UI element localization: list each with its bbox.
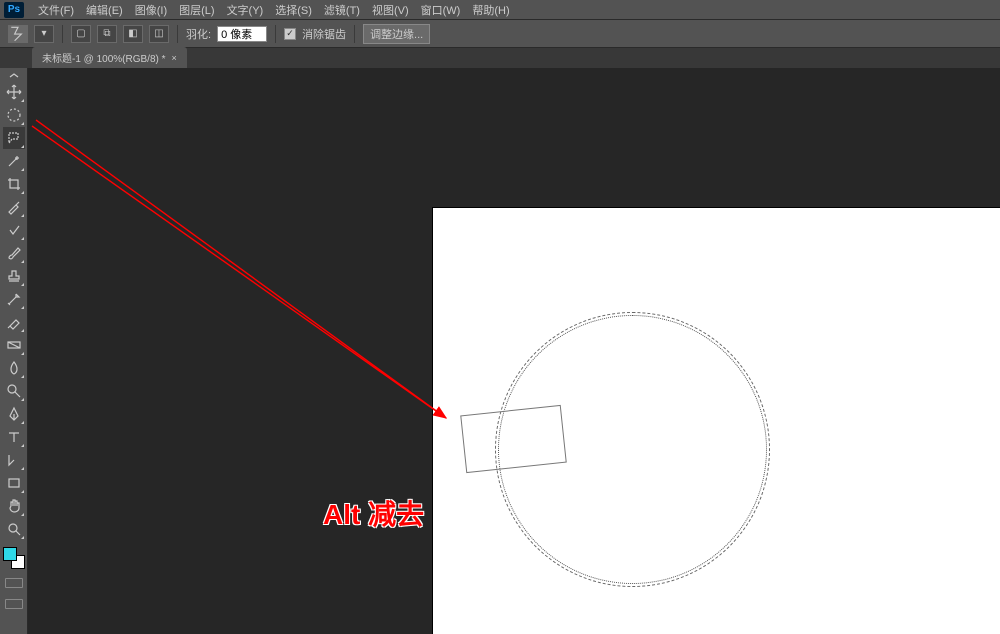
menu-type[interactable]: 文字(Y): [221, 0, 270, 20]
menu-image[interactable]: 图像(I): [129, 0, 173, 20]
stamp-tool[interactable]: [3, 265, 25, 287]
wand-tool[interactable]: [3, 150, 25, 172]
brush-tool[interactable]: [3, 242, 25, 264]
color-swatches[interactable]: [3, 547, 25, 569]
toolbar: [0, 68, 28, 634]
move-tool[interactable]: [3, 81, 25, 103]
marquee-tool[interactable]: [3, 104, 25, 126]
eraser-tool[interactable]: [3, 311, 25, 333]
crop-tool[interactable]: [3, 173, 25, 195]
canvas-area[interactable]: Alt 减去: [28, 68, 1000, 634]
tab-bar: 未标题-1 @ 100%(RGB/8) * ×: [0, 48, 1000, 68]
menu-select[interactable]: 选择(S): [269, 0, 318, 20]
intersect-selection-icon[interactable]: ◫: [149, 25, 169, 43]
feather-input[interactable]: [217, 26, 267, 42]
ps-logo-icon: Ps: [4, 2, 24, 18]
menu-file[interactable]: 文件(F): [32, 0, 80, 20]
type-tool[interactable]: [3, 426, 25, 448]
pen-tool[interactable]: [3, 403, 25, 425]
zoom-tool[interactable]: [3, 518, 25, 540]
refine-edge-button[interactable]: 调整边缘...: [363, 24, 430, 44]
collapse-icon[interactable]: [3, 72, 25, 80]
lasso-tool[interactable]: [3, 127, 25, 149]
dodge-tool[interactable]: [3, 380, 25, 402]
history-brush-tool[interactable]: [3, 288, 25, 310]
feather-label: 羽化:: [186, 26, 211, 42]
eyedropper-tool[interactable]: [3, 196, 25, 218]
menu-window[interactable]: 窗口(W): [415, 0, 467, 20]
antialias-label: 消除锯齿: [302, 26, 346, 42]
antialias-checkbox[interactable]: ✓: [284, 28, 296, 40]
document-tab[interactable]: 未标题-1 @ 100%(RGB/8) * ×: [32, 47, 187, 68]
divider: [177, 25, 178, 43]
menu-bar: Ps 文件(F) 编辑(E) 图像(I) 图层(L) 文字(Y) 选择(S) 滤…: [0, 0, 1000, 20]
chevron-down-icon[interactable]: ▾: [34, 25, 54, 43]
gradient-tool[interactable]: [3, 334, 25, 356]
subtract-selection-icon[interactable]: ◧: [123, 25, 143, 43]
hand-tool[interactable]: [3, 495, 25, 517]
divider: [62, 25, 63, 43]
workspace: Alt 减去: [0, 68, 1000, 634]
close-icon[interactable]: ×: [172, 53, 177, 63]
healing-tool[interactable]: [3, 219, 25, 241]
menu-layer[interactable]: 图层(L): [173, 0, 220, 20]
document-canvas[interactable]: [433, 208, 1000, 634]
divider: [354, 25, 355, 43]
quickmask-toggle[interactable]: [3, 576, 25, 590]
annotation-text: Alt 减去: [323, 493, 424, 533]
menu-edit[interactable]: 编辑(E): [80, 0, 129, 20]
menu-filter[interactable]: 滤镜(T): [318, 0, 366, 20]
divider: [275, 25, 276, 43]
screenmode-toggle[interactable]: [3, 597, 25, 611]
menu-view[interactable]: 视图(V): [366, 0, 415, 20]
tab-title: 未标题-1 @ 100%(RGB/8) *: [42, 50, 166, 65]
rectangle-tool[interactable]: [3, 472, 25, 494]
foreground-color-swatch[interactable]: [3, 547, 17, 561]
options-bar: ▾ ▢ ⧉ ◧ ◫ 羽化: ✓ 消除锯齿 调整边缘...: [0, 20, 1000, 48]
lasso-rectangle: [460, 405, 567, 473]
tool-preset-icon[interactable]: [8, 25, 28, 43]
add-selection-icon[interactable]: ⧉: [97, 25, 117, 43]
new-selection-icon[interactable]: ▢: [71, 25, 91, 43]
path-tool[interactable]: [3, 449, 25, 471]
menu-help[interactable]: 帮助(H): [466, 0, 515, 20]
blur-tool[interactable]: [3, 357, 25, 379]
